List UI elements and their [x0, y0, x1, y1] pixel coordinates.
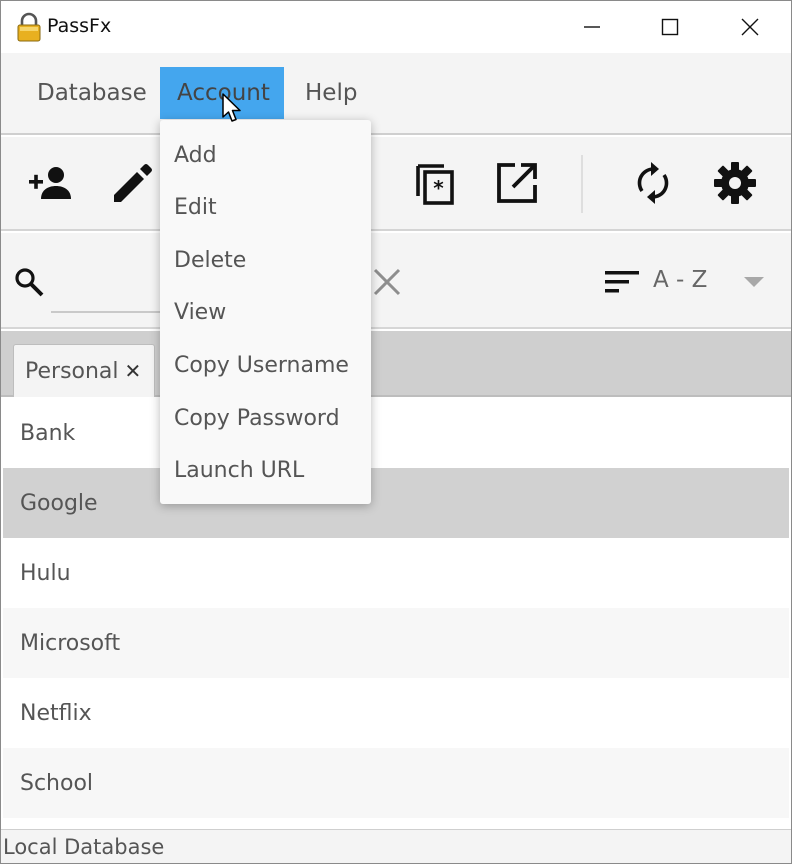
close-button[interactable]: [711, 1, 789, 53]
toolbar: *: [1, 137, 791, 231]
list-item[interactable]: Google: [3, 468, 789, 538]
list-item[interactable]: Bank: [3, 398, 789, 468]
list-item[interactable]: Hulu: [3, 538, 789, 608]
app-window: PassFx Database Account Help * A - Z Per…: [0, 0, 792, 864]
account-menu-dropdown: Add Edit Delete View Copy Username Copy …: [160, 120, 371, 504]
search-icon: [15, 268, 44, 297]
tab-close-icon[interactable]: ✕: [125, 359, 142, 383]
title-bar: PassFx: [1, 1, 791, 53]
status-bar: Local Database: [1, 829, 791, 863]
sort-icon: [605, 271, 639, 293]
menu-item-copy-password[interactable]: Copy Password: [160, 392, 371, 444]
list-item[interactable]: Netflix: [3, 678, 789, 748]
svg-text:*: *: [433, 176, 444, 200]
add-person-icon: [29, 167, 71, 199]
copy-password-button[interactable]: *: [411, 159, 459, 207]
menu-item-delete[interactable]: Delete: [160, 234, 371, 286]
settings-gear-icon: [714, 162, 756, 204]
edit-account-button[interactable]: [108, 159, 156, 207]
edit-pencil-icon: [114, 164, 152, 202]
menu-help[interactable]: Help: [288, 67, 374, 119]
account-list: Bank Google Hulu Microsoft Netflix Schoo…: [1, 398, 791, 828]
sync-button[interactable]: [629, 159, 677, 207]
launch-url-icon: [497, 163, 537, 203]
mouse-cursor-icon: [222, 93, 241, 122]
list-item[interactable]: Microsoft: [3, 608, 789, 678]
add-account-button[interactable]: [27, 159, 75, 207]
menu-database[interactable]: Database: [20, 67, 164, 119]
menu-item-edit[interactable]: Edit: [160, 181, 371, 233]
clear-search-icon[interactable]: [371, 266, 403, 298]
window-title: PassFx: [47, 15, 112, 37]
minimize-icon: [584, 26, 600, 28]
category-tabs: Personal ✕: [1, 331, 791, 397]
sort-order-select[interactable]: A - Z: [653, 267, 707, 293]
maximize-button[interactable]: [631, 1, 709, 53]
menu-item-launch-url[interactable]: Launch URL: [160, 444, 371, 496]
toolbar-separator: [581, 155, 583, 213]
list-item[interactable]: School: [3, 748, 789, 818]
menu-item-view[interactable]: View: [160, 286, 371, 338]
launch-url-button[interactable]: [493, 159, 541, 207]
menu-item-copy-username[interactable]: Copy Username: [160, 339, 371, 391]
menu-item-add[interactable]: Add: [160, 129, 371, 181]
sync-icon: [637, 162, 669, 204]
copy-password-icon: *: [416, 164, 454, 205]
lock-icon: [17, 12, 41, 42]
search-bar: A - Z: [1, 233, 791, 329]
tab-label: Personal: [25, 358, 119, 384]
settings-button[interactable]: [711, 159, 759, 207]
chevron-down-icon[interactable]: [743, 275, 765, 289]
maximize-icon: [661, 18, 679, 36]
menu-bar: Database Account Help: [1, 53, 791, 135]
tab-personal[interactable]: Personal ✕: [13, 344, 155, 397]
minimize-button[interactable]: [553, 1, 631, 53]
close-icon: [741, 18, 759, 36]
